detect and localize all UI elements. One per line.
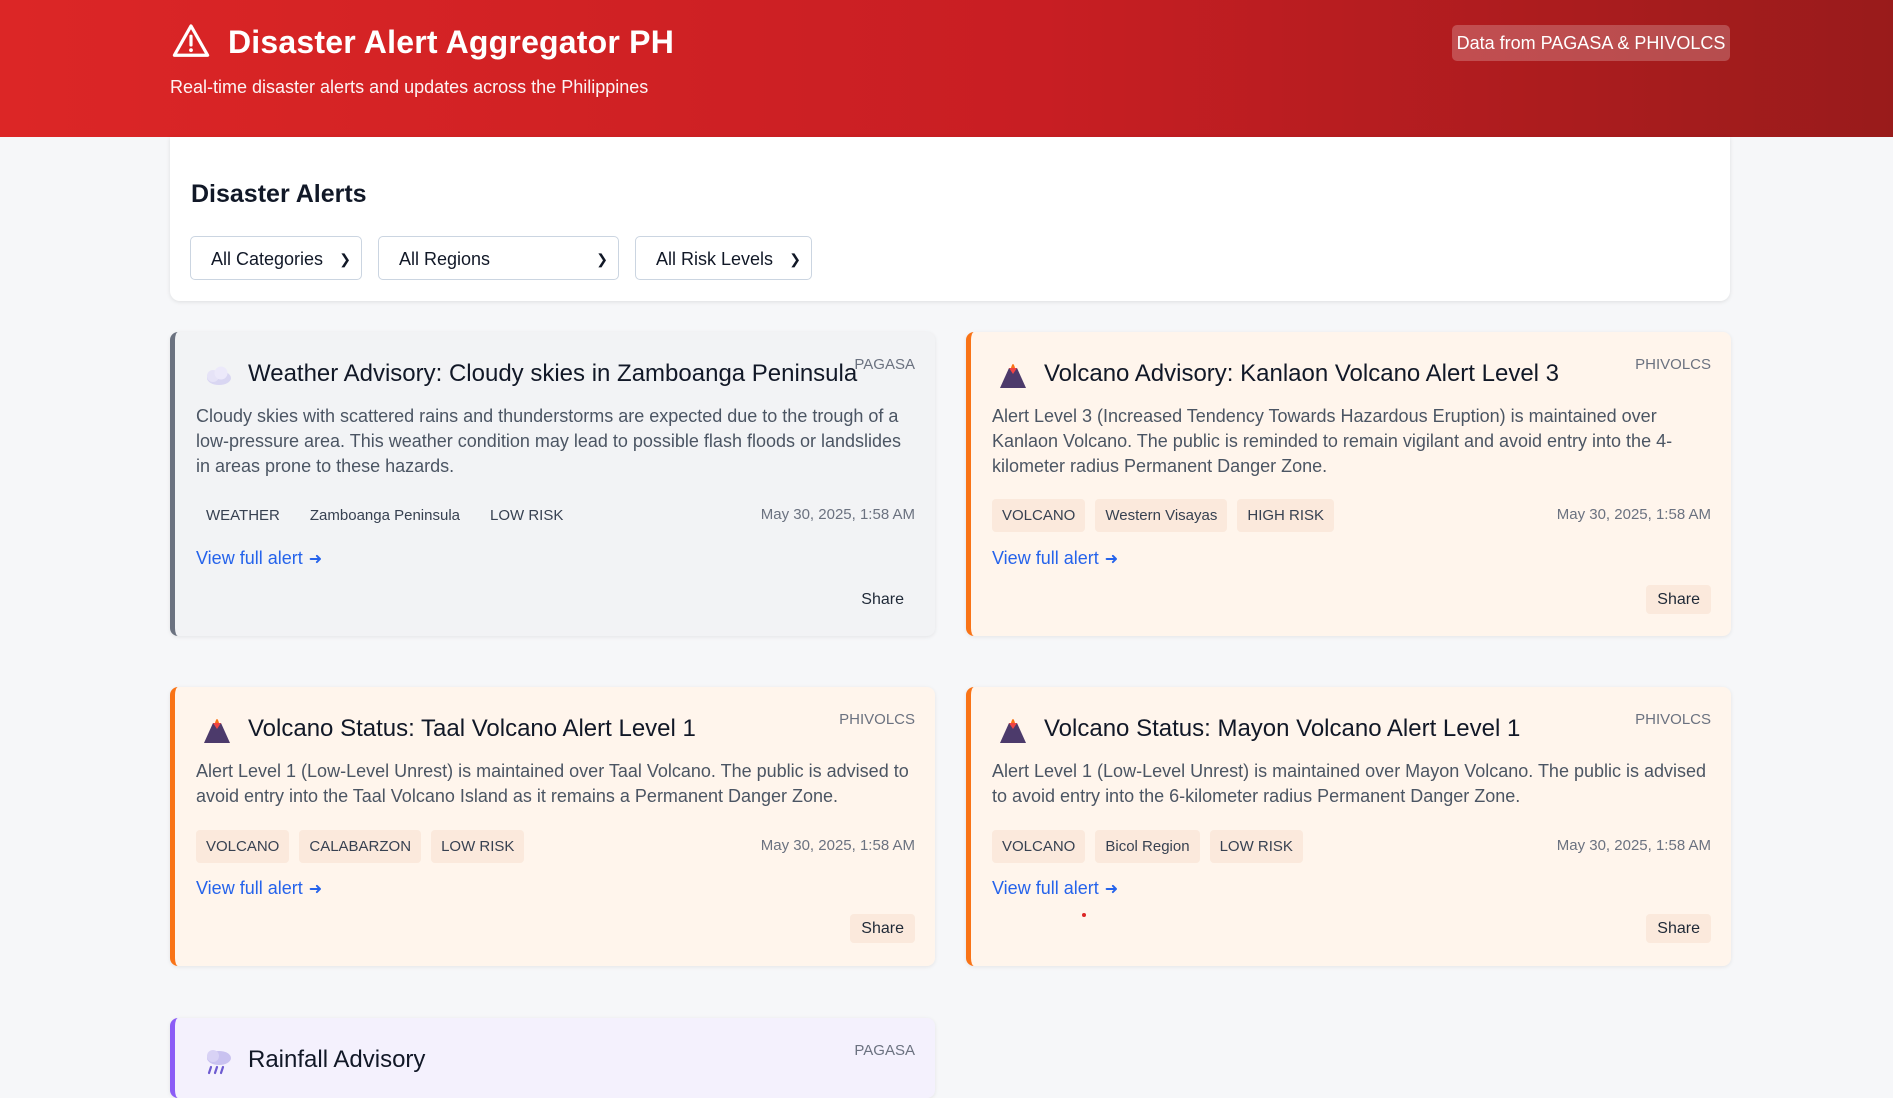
- alert-source: PHIVOLCS: [839, 711, 915, 728]
- region-tag: Bicol Region: [1095, 830, 1200, 863]
- tag-list: WEATHER Zamboanga Peninsula LOW RISK: [196, 499, 573, 532]
- arrow-right-icon: ➜: [1104, 881, 1119, 898]
- alert-card: Volcano Status: Taal Volcano Alert Level…: [170, 687, 935, 966]
- share-button[interactable]: Share: [1646, 585, 1711, 614]
- app-subtitle: Real-time disaster alerts and updates ac…: [170, 77, 649, 97]
- view-full-alert-link[interactable]: View full alert ➜: [992, 548, 1118, 569]
- tag-list: VOLCANO CALABARZON LOW RISK: [196, 830, 525, 863]
- arrow-right-icon: ➜: [308, 881, 323, 898]
- volcano-icon: [204, 719, 230, 743]
- alert-title: Volcano Advisory: Kanlaon Volcano Alert …: [1044, 360, 1560, 387]
- region-tag: Zamboanga Peninsula: [309, 507, 460, 524]
- view-full-alert-label: View full alert: [992, 548, 1099, 568]
- risk-tag: HIGH RISK: [1237, 499, 1335, 532]
- chevron-down-icon: ❯: [339, 251, 351, 267]
- app-title: Disaster Alert Aggregator PH: [228, 24, 675, 60]
- alert-title: Volcano Status: Mayon Volcano Alert Leve…: [1044, 715, 1521, 742]
- alert-card: Volcano Advisory: Kanlaon Volcano Alert …: [966, 332, 1731, 636]
- view-full-alert-label: View full alert: [196, 878, 303, 898]
- risk-tag: LOW RISK: [431, 830, 525, 863]
- risk-tag: LOW RISK: [490, 507, 564, 524]
- alert-description: Cloudy skies with scattered rains and th…: [196, 406, 902, 476]
- filters-panel: Disaster Alerts All Categories ❯ All Reg…: [170, 137, 1730, 301]
- cloud-icon: [207, 366, 231, 385]
- arrow-right-icon: ➜: [1104, 551, 1119, 568]
- alert-title: Rainfall Advisory: [248, 1046, 426, 1073]
- region-tag: Western Visayas: [1095, 499, 1228, 532]
- category-tag: VOLCANO: [196, 830, 290, 863]
- risk-tag: LOW RISK: [1209, 830, 1303, 863]
- alert-source: PHIVOLCS: [1635, 711, 1711, 728]
- view-full-alert-link[interactable]: View full alert ➜: [196, 878, 322, 899]
- region-select-value: All Regions: [399, 249, 491, 269]
- category-select[interactable]: All Categories ❯: [190, 236, 362, 280]
- view-full-alert-link[interactable]: View full alert ➜: [992, 878, 1118, 899]
- cursor-dot: [1082, 913, 1086, 917]
- category-tag: VOLCANO: [992, 499, 1086, 532]
- rain-cloud-icon: [207, 1050, 231, 1075]
- alert-source: PHIVOLCS: [1635, 356, 1711, 373]
- alert-title: Volcano Status: Taal Volcano Alert Level…: [248, 715, 696, 742]
- region-tag: CALABARZON: [299, 830, 422, 863]
- alert-date: May 30, 2025, 1:58 AM: [760, 837, 915, 854]
- warning-triangle-icon: [172, 24, 210, 57]
- alert-description: Alert Level 1 (Low-Level Unrest) is main…: [196, 761, 909, 806]
- category-tag: WEATHER: [206, 507, 280, 524]
- alert-description: Alert Level 3 (Increased Tendency Toward…: [992, 406, 1673, 476]
- share-button[interactable]: Share: [1646, 914, 1711, 943]
- share-button[interactable]: Share: [850, 914, 915, 943]
- chevron-down-icon: ❯: [789, 251, 801, 267]
- volcano-icon: [1000, 719, 1026, 743]
- alert-card: Weather Advisory: Cloudy skies in Zamboa…: [170, 332, 935, 636]
- alert-source: PAGASA: [854, 356, 915, 373]
- risk-select-value: All Risk Levels: [656, 249, 774, 269]
- category-tag: VOLCANO: [992, 830, 1086, 863]
- tag-list: VOLCANO Bicol Region LOW RISK: [992, 830, 1303, 863]
- view-full-alert-link[interactable]: View full alert ➜: [196, 548, 322, 569]
- alert-description: Alert Level 1 (Low-Level Unrest) is main…: [992, 761, 1707, 806]
- risk-select[interactable]: All Risk Levels ❯: [635, 236, 812, 280]
- share-button[interactable]: Share: [850, 585, 915, 614]
- alert-source: PAGASA: [854, 1042, 915, 1059]
- app-header: Disaster Alert Aggregator PH Real-time d…: [0, 0, 1893, 137]
- alert-date: May 30, 2025, 1:58 AM: [760, 506, 915, 523]
- volcano-icon: [1000, 364, 1026, 388]
- section-title: Disaster Alerts: [191, 180, 367, 208]
- alert-card: Volcano Status: Mayon Volcano Alert Leve…: [966, 687, 1731, 966]
- region-select[interactable]: All Regions ❯: [378, 236, 619, 280]
- arrow-right-icon: ➜: [308, 551, 323, 568]
- view-full-alert-label: View full alert: [992, 878, 1099, 898]
- view-full-alert-label: View full alert: [196, 548, 303, 568]
- alert-date: May 30, 2025, 1:58 AM: [1556, 837, 1711, 854]
- alert-card: Rainfall Advisory PAGASA: [170, 1018, 935, 1098]
- alert-date: May 30, 2025, 1:58 AM: [1556, 506, 1711, 523]
- tag-list: VOLCANO Western Visayas HIGH RISK: [992, 499, 1335, 532]
- category-select-value: All Categories: [211, 249, 324, 269]
- chevron-down-icon: ❯: [596, 251, 608, 267]
- alert-title: Weather Advisory: Cloudy skies in Zamboa…: [248, 360, 858, 387]
- data-source-badge: Data from PAGASA & PHIVOLCS: [1452, 25, 1730, 61]
